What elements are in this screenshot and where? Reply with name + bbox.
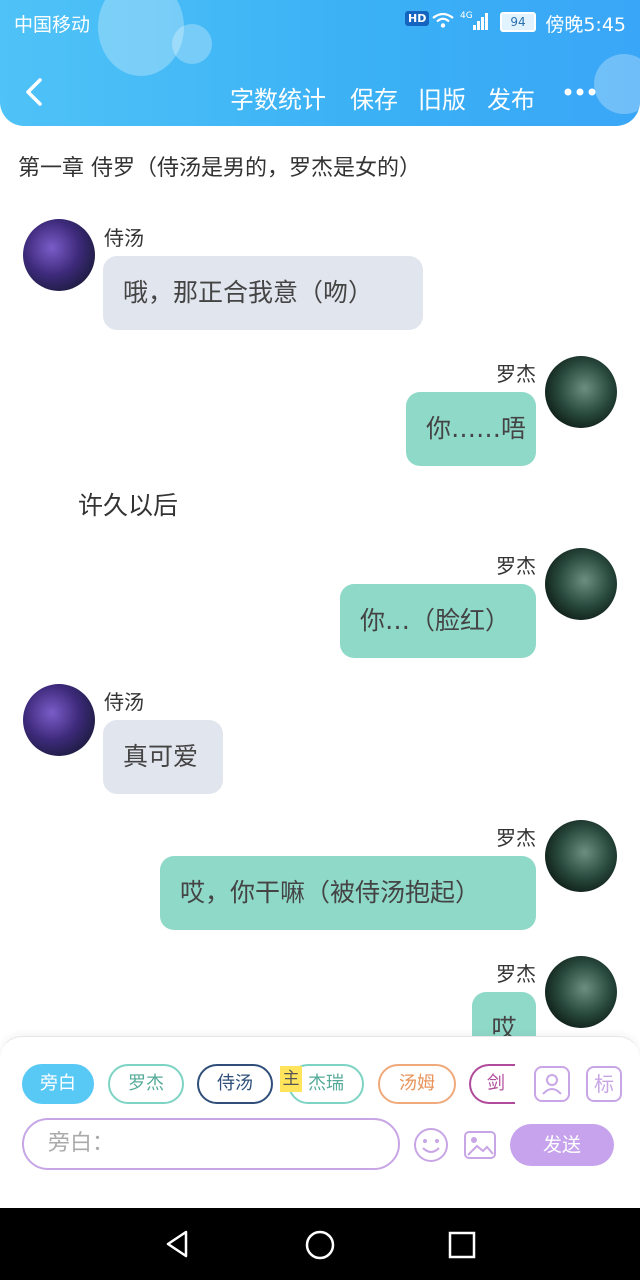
speaker-name: 罗杰 [496, 554, 536, 578]
avatar-shitang[interactable] [23, 219, 95, 291]
wifi-icon [432, 12, 454, 28]
clock: 傍晚5:45 [545, 14, 626, 36]
nav-back-icon[interactable] [162, 1228, 194, 1260]
avatar-luojie[interactable] [545, 356, 617, 428]
character-chip-shitang[interactable]: 侍汤 [197, 1064, 273, 1104]
speaker-name: 罗杰 [496, 962, 536, 986]
character-chip-tangmu[interactable]: 汤姆 [378, 1064, 456, 1104]
avatar-luojie[interactable] [545, 820, 617, 892]
save-button[interactable]: 保存 [350, 80, 398, 115]
speaker-name: 罗杰 [496, 362, 536, 386]
hd-badge: HD [405, 11, 430, 26]
image-icon[interactable] [462, 1127, 498, 1163]
character-chip-narrator[interactable]: 旁白 [22, 1064, 94, 1104]
avatar-shitang[interactable] [23, 684, 95, 756]
old-version-button[interactable]: 旧版 [418, 80, 466, 115]
carrier-label: 中国移动 [14, 14, 91, 36]
speaker-name: 罗杰 [496, 826, 536, 850]
more-dots-icon[interactable] [562, 80, 602, 104]
message-bubble[interactable]: 哎，你干嘛（被侍汤抱起） [160, 856, 536, 930]
nav-home-icon[interactable] [303, 1228, 337, 1262]
emoji-icon[interactable] [412, 1126, 450, 1164]
word-count-button[interactable]: 字数统计 [230, 80, 326, 115]
signal-icon: 4G [460, 10, 490, 37]
avatar-luojie[interactable] [545, 956, 617, 1028]
nav-recents-icon[interactable] [446, 1229, 478, 1261]
chapter-title[interactable]: 第一章 侍罗（侍汤是男的，罗杰是女的） [18, 150, 421, 182]
avatar-luojie[interactable] [545, 548, 617, 620]
main-character-badge: 主 [280, 1066, 302, 1092]
message-bubble[interactable]: 哦，那正合我意（吻） [103, 256, 423, 330]
network-label: 4G [460, 11, 473, 21]
back-chevron-icon[interactable] [18, 74, 52, 110]
message-input[interactable]: 旁白： [22, 1118, 400, 1170]
tag-icon[interactable]: 标 [586, 1066, 622, 1102]
message-bubble[interactable]: 你…（脸红） [340, 584, 536, 658]
narration-text[interactable]: 许久以后 [78, 486, 178, 522]
character-chip-jian[interactable]: 剑 [469, 1064, 515, 1104]
speaker-name: 侍汤 [104, 226, 144, 250]
publish-button[interactable]: 发布 [487, 80, 535, 115]
battery-icon: 94 [500, 12, 536, 32]
message-bubble[interactable]: 真可爱 [103, 720, 223, 794]
send-button[interactable]: 发送 [510, 1124, 614, 1166]
top-header: 中国移动 HD 4G 94 傍晚5:45 字数统计 保存 旧版 发布 [0, 0, 640, 126]
system-nav-bar [0, 1208, 640, 1280]
speaker-name: 侍汤 [104, 690, 144, 714]
status-bar: 中国移动 HD 4G 94 傍晚5:45 [0, 0, 640, 44]
character-chip-luojie[interactable]: 罗杰 [108, 1064, 184, 1104]
message-bubble[interactable]: 你……唔 [406, 392, 536, 466]
character-manage-icon[interactable] [534, 1066, 570, 1102]
